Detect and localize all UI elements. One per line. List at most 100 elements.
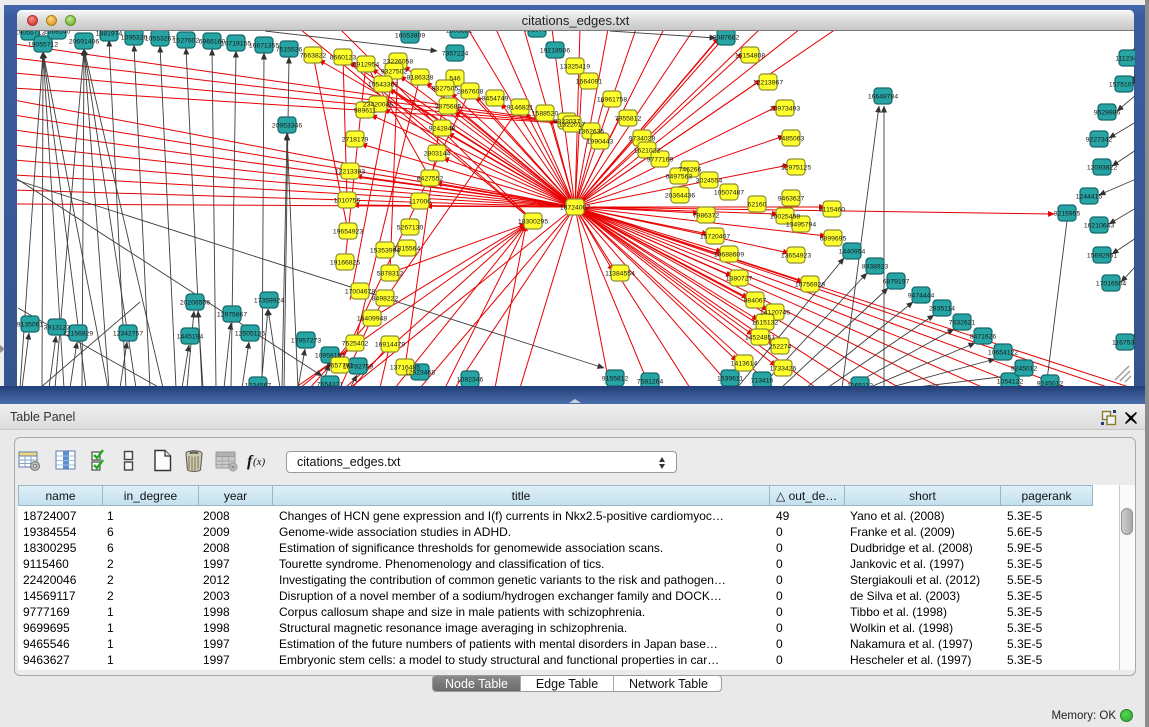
svg-text:16961758: 16961758 [597, 97, 627, 104]
svg-text:12975867: 12975867 [217, 312, 247, 319]
svg-text:746266: 746266 [679, 167, 702, 174]
svg-text:20364436: 20364436 [665, 193, 695, 200]
svg-text:546: 546 [449, 76, 461, 83]
svg-text:10688609: 10688609 [714, 252, 744, 259]
svg-text:8938923: 8938923 [862, 264, 889, 271]
svg-text:713416: 713416 [751, 378, 774, 385]
svg-text:8498222: 8498222 [372, 296, 399, 303]
svg-text:7485063: 7485063 [778, 136, 805, 143]
svg-text:16671355: 16671355 [249, 43, 279, 50]
svg-text:15720407: 15720407 [700, 234, 730, 241]
svg-text:15751074: 15751074 [1109, 82, 1135, 89]
svg-text:16648784: 16648784 [868, 94, 898, 101]
svg-text:1615132: 1615132 [752, 320, 779, 327]
svg-text:14524851: 14524851 [745, 335, 775, 342]
svg-text:2803144: 2803144 [424, 151, 451, 158]
svg-text:23226058: 23226058 [383, 59, 413, 66]
svg-text:1990443: 1990443 [587, 139, 614, 146]
svg-text:1010755: 1010755 [334, 198, 361, 205]
svg-text:7581264: 7581264 [637, 379, 664, 386]
svg-text:1167534: 1167534 [1112, 340, 1135, 347]
svg-text:17016504: 17016504 [1096, 281, 1126, 288]
svg-text:20953346: 20953346 [272, 123, 302, 130]
svg-text:12975125: 12975125 [781, 165, 811, 172]
svg-text:9529986: 9529986 [1094, 110, 1121, 117]
svg-text:8813054: 8813054 [524, 31, 551, 34]
svg-text:16210643: 16210643 [1084, 223, 1114, 230]
svg-text:989611: 989611 [354, 108, 376, 115]
svg-text:6497563: 6497563 [666, 174, 693, 181]
svg-text:984067: 984067 [744, 298, 767, 305]
svg-text:117006: 117006 [409, 199, 431, 206]
svg-text:8215955: 8215955 [1054, 211, 1081, 218]
svg-text:2718179: 2718179 [342, 137, 369, 144]
svg-text:3875685: 3875685 [435, 104, 462, 111]
svg-text:13495794: 13495794 [786, 222, 816, 229]
svg-text:1054122: 1054122 [997, 379, 1024, 386]
svg-text:16053809: 16053809 [395, 33, 425, 40]
svg-text:8427552: 8427552 [417, 176, 444, 183]
svg-text:6879197: 6879197 [883, 279, 910, 286]
svg-text:1315564: 1315564 [394, 246, 421, 253]
svg-text:3024554: 3024554 [696, 178, 723, 185]
svg-text:19654923: 19654923 [333, 229, 363, 236]
svg-text:5267130: 5267130 [397, 225, 424, 232]
svg-text:13325419: 13325419 [560, 64, 590, 71]
svg-text:18300295: 18300295 [518, 219, 548, 226]
svg-text:8660123: 8660123 [330, 55, 357, 62]
svg-text:9657791: 9657791 [327, 363, 354, 370]
svg-text:12342757: 12342757 [113, 331, 143, 338]
svg-text:8454749: 8454749 [482, 96, 509, 103]
svg-text:9777169: 9777169 [647, 157, 674, 164]
svg-text:12156829: 12156829 [63, 331, 93, 338]
svg-text:1445194: 1445194 [177, 334, 204, 341]
svg-text:20691406: 20691406 [69, 39, 99, 46]
svg-text:19218506: 19218506 [540, 48, 570, 55]
svg-text:10025458: 10025458 [770, 214, 800, 221]
svg-text:8912954: 8912954 [353, 62, 380, 69]
svg-text:17004678: 17004678 [345, 289, 375, 296]
svg-text:7515526: 7515526 [276, 47, 303, 54]
svg-text:1539611: 1539611 [717, 376, 743, 383]
svg-text:9474444: 9474444 [908, 293, 935, 300]
svg-text:1621022: 1621022 [634, 148, 661, 155]
svg-text:9734028: 9734028 [629, 136, 656, 143]
svg-text:18724007: 18724007 [560, 205, 590, 212]
svg-text:13654923: 13654923 [781, 253, 811, 260]
svg-text:2935114: 2935114 [929, 306, 955, 313]
svg-text:11384554: 11384554 [605, 271, 635, 278]
svg-text:1440954: 1440954 [839, 249, 866, 256]
svg-text:9227342: 9227342 [1086, 137, 1113, 144]
svg-text:1322017: 1322017 [559, 122, 586, 129]
svg-text:10543362: 10543362 [368, 82, 398, 89]
svg-text:12213967: 12213967 [753, 80, 783, 87]
svg-text:8186328: 8186328 [407, 75, 434, 82]
svg-text:19166825: 19166825 [330, 260, 360, 267]
svg-text:10958107: 10958107 [315, 353, 345, 360]
svg-text:1112345: 1112345 [1115, 56, 1135, 63]
svg-text:1244415: 1244415 [1076, 194, 1103, 201]
svg-text:62160: 62160 [748, 202, 767, 209]
svg-text:1527602: 1527602 [173, 38, 200, 45]
svg-text:1664091: 1664091 [576, 79, 603, 86]
svg-text:1881974: 1881974 [96, 31, 123, 38]
svg-text:16409948: 16409948 [357, 316, 387, 323]
svg-text:1413614: 1413614 [731, 361, 758, 368]
svg-text:252274: 252274 [769, 344, 792, 351]
svg-text:1362635: 1362635 [578, 129, 605, 136]
svg-text:9242848: 9242848 [429, 126, 456, 133]
svg-text:7986372: 7986372 [693, 213, 720, 220]
svg-text:9327502: 9327502 [381, 69, 408, 76]
svg-text:9463627: 9463627 [778, 196, 805, 203]
svg-text:10756928: 10756928 [795, 282, 825, 289]
svg-text:20206556: 20206556 [180, 300, 210, 307]
svg-text:(x): (x) [253, 456, 266, 468]
svg-text:15692951: 15692951 [1087, 253, 1117, 260]
svg-text:9146821: 9146821 [507, 105, 534, 112]
svg-text:6899695: 6899695 [820, 236, 847, 243]
svg-text:12505135: 12505135 [235, 331, 265, 338]
svg-text:17359924: 17359924 [254, 298, 284, 305]
svg-text:9135061: 9135061 [17, 322, 43, 329]
svg-text:9155812: 9155812 [602, 376, 629, 383]
svg-text:2867608: 2867608 [457, 89, 484, 96]
